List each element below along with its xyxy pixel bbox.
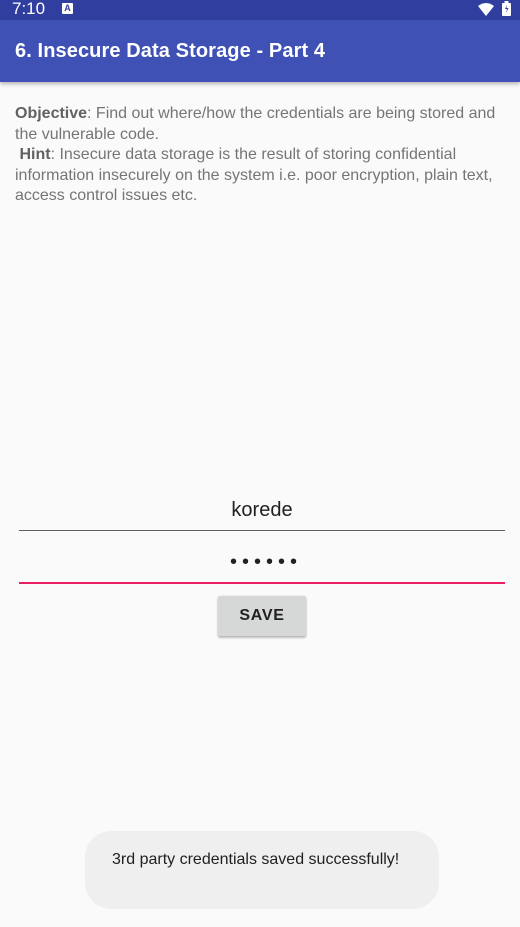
page-title: 6. Insecure Data Storage - Part 4	[15, 40, 326, 62]
app-bar: 6. Insecure Data Storage - Part 4	[0, 20, 520, 82]
toast: 3rd party credentials saved successfully…	[85, 831, 439, 909]
password-value: ••••••	[229, 551, 302, 573]
status-time: 7:10	[12, 0, 46, 18]
wifi-icon	[478, 3, 494, 16]
objective-text: : Find out where/how the credentials are…	[15, 105, 496, 143]
toast-message: 3rd party credentials saved successfully…	[112, 851, 400, 868]
hint-paragraph: Hint: Insecure data storage is the resul…	[15, 145, 512, 207]
username-value: korede	[231, 499, 293, 521]
save-button[interactable]: SAVE	[218, 596, 306, 636]
password-field[interactable]: ••••••	[19, 542, 505, 584]
challenge-description: Objective: Find out where/how the creden…	[15, 104, 512, 207]
hint-text: : Insecure data storage is the result of…	[15, 146, 493, 205]
objective-paragraph: Objective: Find out where/how the creden…	[15, 104, 512, 145]
hint-label: Hint	[19, 146, 51, 164]
objective-label: Objective	[15, 105, 88, 122]
battery-icon	[502, 1, 511, 16]
status-bar: 7:10 A	[0, 0, 520, 20]
a-icon: A	[62, 3, 73, 14]
username-field[interactable]: korede	[19, 490, 505, 531]
